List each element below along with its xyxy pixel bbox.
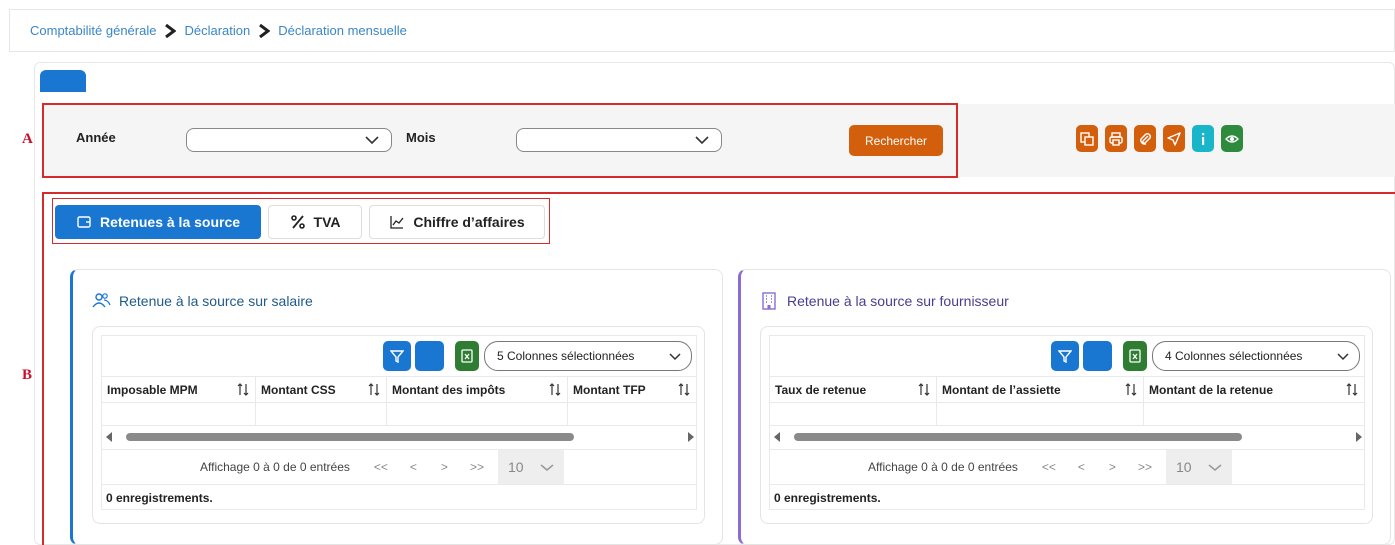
page-size-select[interactable]: 10 <box>497 450 564 484</box>
table-row <box>102 402 696 426</box>
next-page-button[interactable]: > <box>441 460 448 474</box>
tab-chiffre-affaires[interactable]: Chiffre d’affaires <box>369 205 545 239</box>
mois-select[interactable] <box>516 128 722 152</box>
card-tab[interactable] <box>40 70 86 92</box>
chevron-right-icon <box>250 23 278 38</box>
column-toggle-button[interactable] <box>415 341 444 371</box>
column-header[interactable]: Montant CSS <box>256 377 387 403</box>
table-header: Taux de retenue Montant de l’assiette Mo… <box>770 376 1364 403</box>
filter-button[interactable] <box>1051 341 1079 371</box>
panel-salaire: Retenue à la source sur salaire 5 Colonn… <box>70 269 723 545</box>
print-button[interactable] <box>1105 125 1127 152</box>
column-header[interactable]: Montant des impôts <box>387 377 568 403</box>
send-button[interactable] <box>1163 125 1185 152</box>
annotation-box-a <box>42 103 958 178</box>
breadcrumb-item-declaration[interactable]: Déclaration <box>184 23 250 38</box>
sort-icon <box>237 383 249 396</box>
filter-icon <box>1058 350 1072 363</box>
breadcrumb: Comptabilité générale Déclaration Déclar… <box>9 9 1395 52</box>
search-button[interactable]: Rechercher <box>849 125 943 156</box>
wallet-icon <box>77 216 91 228</box>
data-table: 4 Colonnes sélectionnées Taux de retenue… <box>769 335 1365 510</box>
chevron-right-icon <box>156 23 184 38</box>
chevron-down-icon <box>1337 353 1349 361</box>
table-header: Imposable MPM Montant CSS Montant des im… <box>102 376 696 403</box>
first-page-button[interactable]: << <box>1042 460 1056 474</box>
chevron-down-icon <box>540 463 554 471</box>
percent-icon <box>290 215 305 229</box>
last-page-button[interactable]: >> <box>1138 460 1152 474</box>
info-icon <box>1202 132 1205 145</box>
column-toggle-button[interactable] <box>1083 341 1112 371</box>
building-icon <box>762 292 776 310</box>
record-count: 0 enregistrements. <box>774 491 881 505</box>
excel-export-button[interactable] <box>1123 341 1147 371</box>
action-toolbar <box>1076 125 1243 152</box>
print-icon <box>1109 131 1123 146</box>
data-table: 5 Colonnes sélectionnées Imposable MPM M… <box>101 335 697 510</box>
tab-tva[interactable]: TVA <box>268 205 362 239</box>
chevron-down-icon <box>365 136 379 145</box>
column-header[interactable]: Imposable MPM <box>102 377 256 403</box>
attach-button[interactable] <box>1134 125 1156 152</box>
chart-icon <box>390 216 404 229</box>
prev-page-button[interactable]: < <box>1078 460 1085 474</box>
info-button[interactable] <box>1192 125 1214 152</box>
pagination: Affichage 0 à 0 de 0 entrées << < > >> 1… <box>102 449 696 485</box>
excel-export-button[interactable] <box>455 341 479 371</box>
breadcrumb-item-comptabilite[interactable]: Comptabilité générale <box>30 23 156 38</box>
pager-info: Affichage 0 à 0 de 0 entrées <box>200 460 350 474</box>
annotation-label-b: B <box>22 367 33 383</box>
annee-select[interactable] <box>186 128 392 152</box>
column-header[interactable]: Montant de l’assiette <box>937 377 1144 403</box>
eye-icon <box>1225 134 1239 143</box>
record-count: 0 enregistrements. <box>106 491 213 505</box>
filter-icon <box>390 350 404 363</box>
first-page-button[interactable]: << <box>374 460 388 474</box>
mois-label: Mois <box>406 130 436 145</box>
chevron-down-icon <box>1208 463 1222 471</box>
export-icon <box>1080 131 1094 146</box>
panel-fournisseur: Retenue à la source sur fournisseur 4 Co… <box>738 269 1391 545</box>
annotation-label-a: A <box>22 131 33 147</box>
column-header[interactable]: Montant de la retenue <box>1144 377 1364 403</box>
pagination: Affichage 0 à 0 de 0 entrées << < > >> 1… <box>770 449 1364 485</box>
prev-page-button[interactable]: < <box>410 460 417 474</box>
pager-info: Affichage 0 à 0 de 0 entrées <box>868 460 1018 474</box>
sort-icon <box>1125 383 1137 396</box>
table-row <box>770 402 1364 426</box>
column-selector[interactable]: 4 Colonnes sélectionnées <box>1152 341 1360 371</box>
table-card: 4 Colonnes sélectionnées Taux de retenue… <box>760 326 1373 524</box>
panel-title-fournisseur: Retenue à la source sur fournisseur <box>759 291 1009 311</box>
export-button[interactable] <box>1076 125 1098 152</box>
excel-icon <box>1129 349 1141 363</box>
breadcrumb-item-declaration-mensuelle: Déclaration mensuelle <box>278 23 407 38</box>
column-selector[interactable]: 5 Colonnes sélectionnées <box>484 341 692 371</box>
column-header[interactable]: Montant TFP <box>568 377 696 403</box>
sort-icon <box>918 383 930 396</box>
tab-retenues[interactable]: Retenues à la source <box>55 205 261 239</box>
horizontal-scrollbar[interactable] <box>106 431 694 443</box>
send-icon <box>1167 131 1181 146</box>
sort-icon <box>678 383 690 396</box>
excel-icon <box>461 349 473 363</box>
sort-icon <box>368 383 380 396</box>
sort-icon <box>1346 383 1358 396</box>
attach-icon <box>1140 132 1151 145</box>
sort-icon <box>549 383 561 396</box>
page-size-select[interactable]: 10 <box>1165 450 1232 484</box>
horizontal-scrollbar[interactable] <box>774 431 1362 443</box>
table-card: 5 Colonnes sélectionnées Imposable MPM M… <box>92 326 705 524</box>
last-page-button[interactable]: >> <box>470 460 484 474</box>
panel-title-salaire: Retenue à la source sur salaire <box>91 291 313 311</box>
annee-label: Année <box>76 130 116 145</box>
next-page-button[interactable]: > <box>1109 460 1116 474</box>
users-icon <box>92 293 111 308</box>
chevron-down-icon <box>695 136 709 145</box>
filter-button[interactable] <box>383 341 411 371</box>
chevron-down-icon <box>669 353 681 361</box>
column-header[interactable]: Taux de retenue <box>770 377 937 403</box>
preview-button[interactable] <box>1221 125 1243 152</box>
